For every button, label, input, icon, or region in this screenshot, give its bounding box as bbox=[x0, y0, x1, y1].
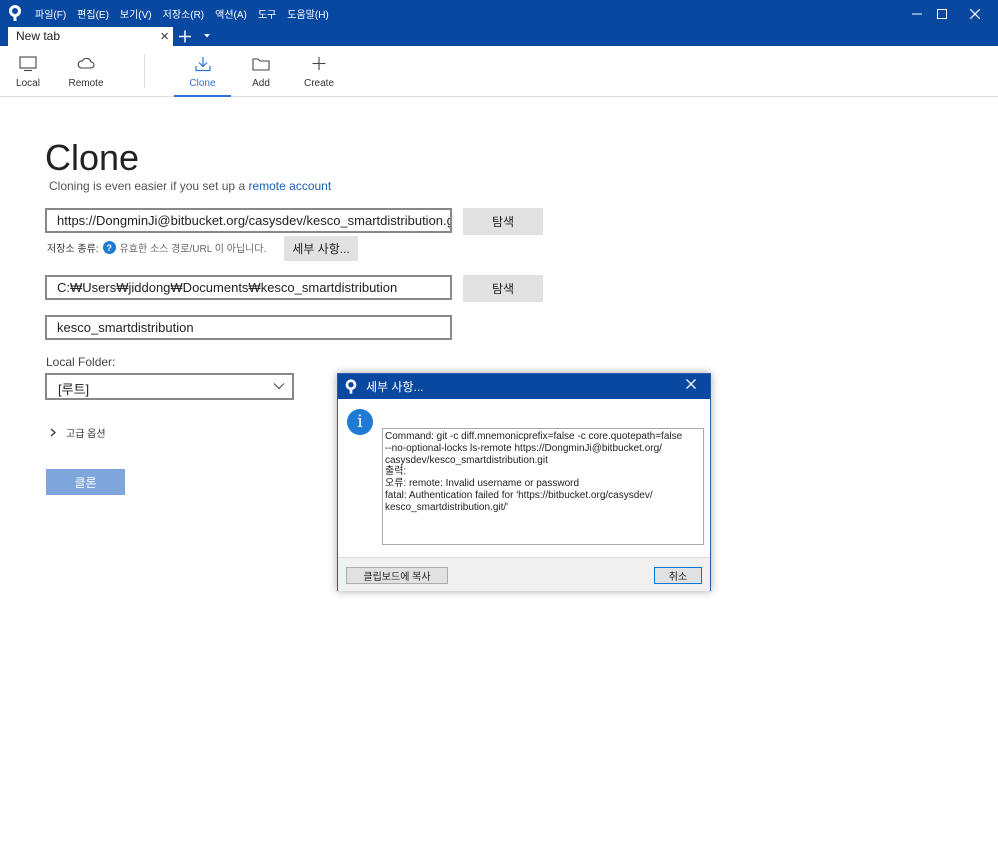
menu-bar: 파일(F) 편집(E) 보기(V) 저장소(R) 액션(A) 도구 도움말(H) bbox=[35, 0, 340, 27]
advanced-options-toggle[interactable]: 고급 옵션 bbox=[50, 425, 106, 440]
create-button[interactable]: Create bbox=[303, 46, 335, 97]
menu-edit[interactable]: 편집(E) bbox=[77, 6, 109, 21]
chevron-right-icon bbox=[50, 428, 56, 437]
menu-tools[interactable]: 도구 bbox=[258, 6, 276, 21]
advanced-options-label: 고급 옵션 bbox=[66, 429, 106, 440]
new-tab-plus-icon[interactable] bbox=[178, 27, 192, 46]
page-title: Clone bbox=[45, 137, 140, 178]
dialog-title: 세부 사항... bbox=[366, 380, 424, 394]
remote-label: Remote bbox=[68, 78, 104, 89]
tab-bar: New tab × bbox=[0, 27, 998, 46]
close-window-button[interactable] bbox=[952, 0, 998, 27]
browse-source-button[interactable]: 탐색 bbox=[463, 208, 543, 235]
tab-new[interactable]: New tab × bbox=[8, 27, 173, 46]
repo-type-message: 유효한 소스 경로/URL 이 아닙니다. bbox=[119, 244, 267, 255]
cloud-icon bbox=[77, 57, 95, 69]
toolbar: Local Remote Clone Add Create bbox=[0, 46, 998, 97]
remote-account-link[interactable]: remote account bbox=[248, 179, 331, 193]
remote-button[interactable]: Remote bbox=[66, 46, 106, 97]
folder-icon bbox=[252, 58, 270, 71]
clone-tab-label: Clone bbox=[189, 78, 216, 89]
tab-dropdown-icon[interactable] bbox=[203, 33, 211, 39]
message-textbox[interactable]: Command: git -c diff.mnemonicprefix=fals… bbox=[382, 428, 704, 545]
active-tab-underline bbox=[174, 95, 231, 97]
dialog-title-bar: 세부 사항... bbox=[338, 374, 710, 399]
local-label: Local bbox=[16, 78, 40, 89]
repo-name-input[interactable]: kesco_smartdistribution bbox=[45, 315, 452, 340]
menu-help[interactable]: 도움말(H) bbox=[287, 6, 328, 21]
dialog-close-icon[interactable] bbox=[686, 379, 696, 389]
local-button[interactable]: Local bbox=[12, 46, 44, 97]
clone-button[interactable]: 클론 bbox=[46, 469, 125, 495]
copy-to-clipboard-button[interactable]: 클립보드에 복사 bbox=[346, 567, 448, 584]
menu-view[interactable]: 보기(V) bbox=[120, 6, 152, 21]
details-button[interactable]: 세부 사항... bbox=[284, 236, 358, 261]
menu-actions[interactable]: 액션(A) bbox=[215, 6, 247, 21]
message-line: fatal: Authentication failed for 'https:… bbox=[385, 489, 653, 501]
details-dialog: 세부 사항... i Command: git -c diff.mnemonic… bbox=[337, 373, 711, 591]
title-bar: 파일(F) 편집(E) 보기(V) 저장소(R) 액션(A) 도구 도움말(H) bbox=[0, 0, 998, 27]
menu-file[interactable]: 파일(F) bbox=[35, 6, 66, 21]
page-subtitle: Cloning is even easier if you set up a r… bbox=[49, 179, 331, 193]
create-label: Create bbox=[303, 78, 334, 89]
cancel-button[interactable]: 취소 bbox=[654, 567, 702, 584]
info-icon: i bbox=[347, 409, 373, 435]
message-line: casysdev/kesco_smartdistribution.git bbox=[385, 454, 548, 466]
subtitle-text: Cloning is even easier if you set up a bbox=[49, 179, 246, 193]
message-line: 출력: bbox=[385, 466, 407, 478]
repo-type-row: 저장소 종류: ? 유효한 소스 경로/URL 이 아닙니다. bbox=[47, 240, 266, 255]
toolbar-separator bbox=[144, 54, 145, 88]
question-icon: ? bbox=[102, 241, 116, 254]
sourcetree-logo-icon bbox=[9, 5, 21, 21]
tab-label: New tab bbox=[16, 29, 61, 43]
message-line: --no-optional-locks ls-remote https://Do… bbox=[385, 442, 662, 454]
local-folder-select[interactable]: [루트] bbox=[45, 373, 294, 400]
message-line: kesco_smartdistribution.git/' bbox=[385, 501, 509, 513]
message-line: Command: git -c diff.mnemonicprefix=fals… bbox=[385, 431, 683, 442]
monitor-icon bbox=[19, 56, 37, 72]
plus-icon bbox=[312, 57, 326, 70]
add-label: Add bbox=[252, 78, 270, 89]
repo-type-label: 저장소 종류: bbox=[47, 244, 99, 255]
source-url-input[interactable]: https://DongminJi@bitbucket.org/casysdev… bbox=[45, 208, 452, 233]
destination-path-input[interactable]: C:₩Users₩jiddong₩Documents₩kesco_smartdi… bbox=[45, 275, 452, 300]
browse-destination-button[interactable]: 탐색 bbox=[463, 275, 543, 302]
tab-close-icon[interactable]: × bbox=[160, 27, 169, 46]
maximize-icon bbox=[937, 8, 947, 19]
menu-repository[interactable]: 저장소(R) bbox=[163, 6, 204, 21]
local-folder-value: [루트] bbox=[58, 382, 90, 397]
clone-tab-button[interactable]: Clone bbox=[174, 46, 231, 97]
add-button[interactable]: Add bbox=[247, 46, 275, 97]
dialog-footer: 클립보드에 복사 취소 bbox=[338, 557, 710, 591]
download-icon bbox=[194, 57, 211, 72]
sourcetree-logo-icon bbox=[345, 379, 357, 394]
close-icon bbox=[970, 8, 980, 19]
chevron-down-icon bbox=[273, 383, 285, 390]
message-line: 오류: remote: Invalid username or password bbox=[385, 478, 580, 490]
local-folder-label: Local Folder: bbox=[46, 355, 116, 369]
